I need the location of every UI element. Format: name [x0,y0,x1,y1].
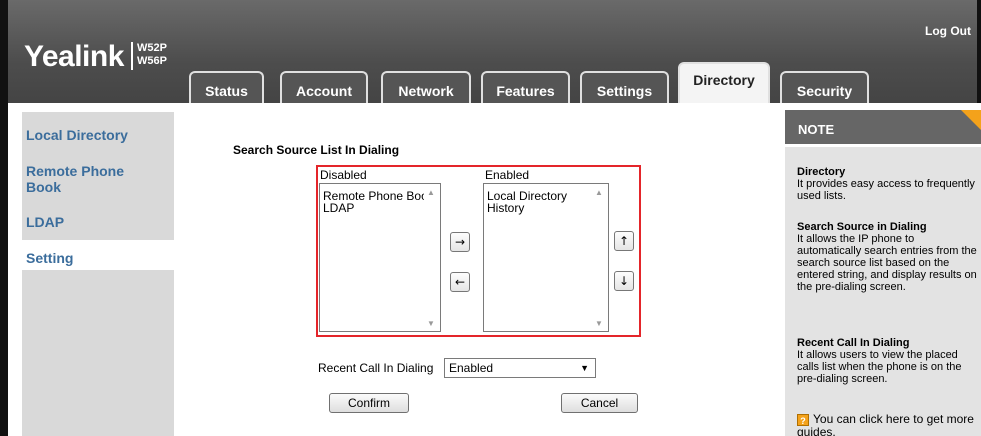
tab-status[interactable]: Status [189,71,264,103]
model-label: W52P W56P [137,42,167,68]
logo-divider [131,42,133,70]
list-item[interactable]: Local Directory [484,184,608,202]
left-frame [0,103,8,436]
note-guide-link[interactable]: ? You can click here to get more guides. [797,413,977,436]
move-down-button[interactable]: ↓ [614,271,634,291]
scrollbar[interactable]: ▲ ▼ [424,184,440,331]
tab-features[interactable]: Features [481,71,570,103]
list-item[interactable]: LDAP [320,202,440,214]
tab-settings[interactable]: Settings [580,71,669,103]
sidebar-item-ldap[interactable]: LDAP [26,214,64,230]
recent-call-select[interactable]: Enabled ▼ [444,358,596,378]
sidebar [22,112,174,436]
scroll-up-icon[interactable]: ▲ [595,188,603,197]
sidebar-item-local-directory[interactable]: Local Directory [26,127,166,143]
sidebar-item-setting[interactable]: Setting [26,250,73,266]
note-recent-text: It allows users to view the placed calls… [797,349,962,385]
move-up-button[interactable]: ↑ [614,231,634,251]
note-corner-icon [961,110,981,130]
scroll-down-icon[interactable]: ▼ [595,319,603,328]
enabled-list-label: Enabled [485,168,530,182]
section-title: Search Source List In Dialing [233,143,400,157]
recent-call-label: Recent Call In Dialing [318,361,434,375]
disabled-list-label: Disabled [320,168,367,182]
move-left-button[interactable]: ← [450,272,470,292]
list-item[interactable]: History [484,202,608,214]
note-title: NOTE [798,122,835,137]
scroll-up-icon[interactable]: ▲ [427,188,435,197]
yealink-logo: Yealink [24,40,124,73]
model-line-1: W52P [137,42,167,54]
note-search-source: Search Source in Dialing It allows the I… [797,221,977,293]
disabled-listbox[interactable]: Remote Phone Boo LDAP ▲ ▼ [319,183,441,332]
tab-directory[interactable]: Directory [678,62,770,103]
note-recent-call: Recent Call In Dialing It allows users t… [797,337,977,385]
model-line-2: W56P [137,55,167,67]
recent-call-value: Enabled [449,361,494,375]
scroll-down-icon[interactable]: ▼ [427,319,435,328]
note-search-heading: Search Source in Dialing [797,221,927,233]
tab-account[interactable]: Account [280,71,368,103]
tab-network[interactable]: Network [381,71,471,103]
note-directory-heading: Directory [797,166,846,178]
cancel-button[interactable]: Cancel [561,393,638,413]
sidebar-item-remote-phone-book[interactable]: Remote Phone Book [26,163,136,195]
note-tip-text[interactable]: You can click here to get more guides. [797,412,974,436]
enabled-listbox[interactable]: Local Directory History ▲ ▼ [483,183,609,332]
note-recent-heading: Recent Call In Dialing [797,337,910,349]
chevron-down-icon[interactable]: ▼ [580,359,589,377]
note-directory: Directory It provides easy access to fre… [797,166,977,202]
logout-link[interactable]: Log Out [925,24,971,38]
tab-security[interactable]: Security [780,71,869,103]
list-item[interactable]: Remote Phone Boo [320,184,440,202]
note-search-text: It allows the IP phone to automatically … [797,233,977,293]
move-right-button[interactable]: → [450,232,470,252]
confirm-button[interactable]: Confirm [329,393,409,413]
scrollbar[interactable]: ▲ ▼ [592,184,608,331]
note-directory-text: It provides easy access to frequently us… [797,178,975,202]
